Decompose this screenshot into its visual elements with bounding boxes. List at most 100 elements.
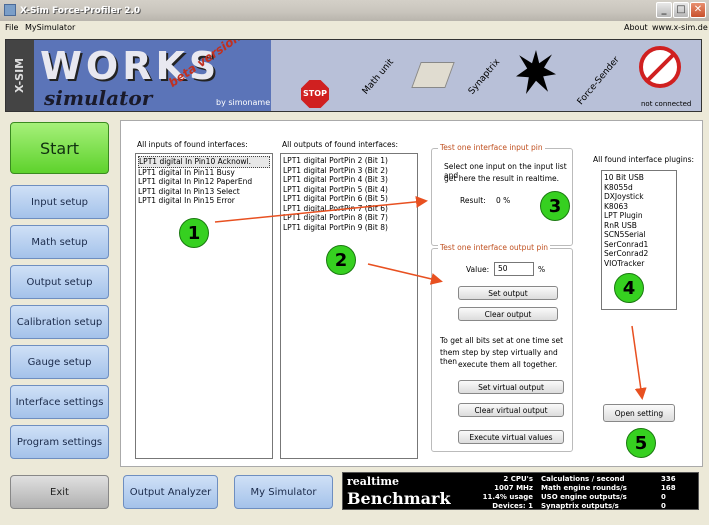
input-test-desc-2: get here the result in realtime. — [444, 174, 560, 183]
uso-value: 0 — [661, 493, 666, 501]
plugins-label: All found interface plugins: — [593, 155, 695, 164]
synaptrix-label: Synaptrix — [466, 57, 503, 97]
virtual-desc-1: To get all bits set at one time set — [440, 336, 564, 345]
value-label: Value: — [466, 265, 490, 274]
list-item[interactable]: SCN5Serial — [604, 230, 674, 240]
marker-3: 3 — [540, 191, 570, 221]
benchmark-label: Benchmark — [347, 489, 451, 508]
close-button[interactable]: ✕ — [690, 2, 706, 18]
list-item[interactable]: RnR USB — [604, 221, 674, 231]
device-count: Devices: 1 — [492, 502, 533, 510]
list-item[interactable]: LPT Plugin — [604, 211, 674, 221]
app-icon — [4, 4, 16, 16]
calc-label: Calculations / second — [541, 475, 625, 483]
list-item[interactable]: LPT1 digital PortPin 5 (Bit 4) — [283, 185, 415, 195]
no-signal-icon — [639, 46, 681, 88]
connection-status: not connected — [641, 100, 692, 108]
cpu-usage: 11.4% usage — [482, 493, 533, 501]
start-button[interactable]: Start — [10, 122, 109, 174]
uso-label: USO engine outputs/s — [541, 493, 627, 501]
my-simulator-button[interactable]: My Simulator — [234, 475, 333, 509]
list-item[interactable]: LPT1 digital In Pin10 Acknowl. — [138, 156, 270, 168]
maximize-button[interactable]: □ — [673, 2, 689, 18]
title-bar[interactable]: X-Sim Force-Profiler 2.0 _ □ ✕ — [0, 0, 709, 21]
stop-icon[interactable]: STOP — [301, 80, 329, 108]
calc-value: 336 — [661, 475, 676, 483]
execute-virtual-values-button[interactable]: Execute virtual values — [458, 430, 564, 444]
output-analyzer-button[interactable]: Output Analyzer — [123, 475, 218, 509]
list-item[interactable]: SerConrad1 — [604, 240, 674, 250]
set-virtual-output-button[interactable]: Set virtual output — [458, 380, 564, 394]
marker-2: 2 — [326, 245, 356, 275]
math-unit-label: Math unit — [360, 57, 396, 97]
outputs-list[interactable]: LPT1 digital PortPin 2 (Bit 1) LPT1 digit… — [280, 153, 418, 459]
list-item[interactable]: LPT1 digital PortPin 3 (Bit 2) — [283, 166, 415, 176]
cpu-count: 2 CPU's — [503, 475, 533, 483]
menu-file[interactable]: File — [5, 23, 18, 32]
input-setup-button[interactable]: Input setup — [10, 185, 109, 219]
force-sender-label: Force-Sender — [575, 54, 622, 108]
set-output-button[interactable]: Set output — [458, 286, 558, 300]
list-item[interactable]: LPT1 digital PortPin 4 (Bit 3) — [283, 175, 415, 185]
list-item[interactable]: LPT1 digital PortPin 2 (Bit 1) — [283, 156, 415, 166]
marker-5: 5 — [626, 428, 656, 458]
cpu-mhz: 1007 MHz — [494, 484, 533, 492]
synaptrix-outputs-label: Synaptrix outputs/s — [541, 502, 619, 510]
output-setup-button[interactable]: Output setup — [10, 265, 109, 299]
output-test-title: Test one interface output pin — [438, 243, 551, 252]
menu-bar: File MySimulator About www.x-sim.de — [0, 21, 709, 35]
list-item[interactable]: K8063 — [604, 202, 674, 212]
minimize-button[interactable]: _ — [656, 2, 672, 18]
synaptrix-outputs-value: 0 — [661, 502, 666, 510]
list-item[interactable]: DXJoystick — [604, 192, 674, 202]
exit-button[interactable]: Exit — [10, 475, 109, 509]
list-item[interactable]: SerConrad2 — [604, 249, 674, 259]
synaptrix-icon — [516, 50, 556, 94]
list-item[interactable]: LPT1 digital PortPin 6 (Bit 5) — [283, 194, 415, 204]
list-item[interactable]: LPT1 digital PortPin 7 (Bit 6) — [283, 204, 415, 214]
input-test-title: Test one interface input pin — [438, 143, 545, 152]
window-title: X-Sim Force-Profiler 2.0 — [20, 5, 141, 16]
outputs-label: All outputs of found interfaces: — [282, 140, 399, 149]
inputs-list[interactable]: LPT1 digital In Pin10 Acknowl. LPT1 digit… — [135, 153, 273, 459]
list-item[interactable]: VIOTracker — [604, 259, 674, 269]
clear-output-button[interactable]: Clear output — [458, 307, 558, 321]
list-item[interactable]: LPT1 digital In Pin15 Error — [138, 196, 270, 206]
math-unit-icon — [411, 62, 455, 88]
list-item[interactable]: LPT1 digital PortPin 8 (Bit 7) — [283, 213, 415, 223]
status-area: STOP Math unit Synaptrix Force-Sender no… — [271, 40, 701, 111]
author-label: by simoname — [216, 98, 271, 107]
math-setup-button[interactable]: Math setup — [10, 225, 109, 259]
math-value: 168 — [661, 484, 676, 492]
list-item[interactable]: 10 Bit USB — [604, 173, 674, 183]
simulator-logo: simulator — [44, 86, 153, 110]
math-label: Math engine rounds/s — [541, 484, 627, 492]
inputs-label: All inputs of found interfaces: — [137, 140, 248, 149]
clear-virtual-output-button[interactable]: Clear virtual output — [458, 403, 564, 417]
benchmark-panel: realtime Benchmark 2 CPU's 1007 MHz 11.4… — [342, 472, 699, 510]
list-item[interactable]: K8055d — [604, 183, 674, 193]
marker-4: 4 — [614, 273, 644, 303]
menu-about[interactable]: About — [624, 23, 648, 32]
marker-1: 1 — [179, 218, 209, 248]
result-value: 0 % — [496, 196, 511, 205]
list-item[interactable]: LPT1 digital In Pin13 Select — [138, 187, 270, 197]
program-settings-button[interactable]: Program settings — [10, 425, 109, 459]
banner: X-SIM WORKS simulator beta version by si… — [5, 39, 702, 112]
gauge-setup-button[interactable]: Gauge setup — [10, 345, 109, 379]
calibration-setup-button[interactable]: Calibration setup — [10, 305, 109, 339]
value-unit: % — [538, 265, 546, 274]
list-item[interactable]: LPT1 digital PortPin 9 (Bit 8) — [283, 223, 415, 233]
virtual-desc-3: execute them all together. — [458, 360, 558, 369]
realtime-label: realtime — [347, 475, 399, 488]
list-item[interactable]: LPT1 digital In Pin11 Busy — [138, 168, 270, 178]
open-setting-button[interactable]: Open setting — [603, 404, 675, 422]
xsim-logo: X-SIM — [6, 40, 34, 111]
list-item[interactable]: LPT1 digital In Pin12 PaperEnd — [138, 177, 270, 187]
output-test-group: Test one interface output pin Value: 50 … — [431, 243, 573, 452]
result-label: Result: — [460, 196, 486, 205]
menu-website[interactable]: www.x-sim.de — [652, 23, 708, 32]
value-input[interactable]: 50 — [494, 262, 534, 276]
interface-settings-button[interactable]: Interface settings — [10, 385, 109, 419]
menu-mysimulator[interactable]: MySimulator — [25, 23, 75, 32]
